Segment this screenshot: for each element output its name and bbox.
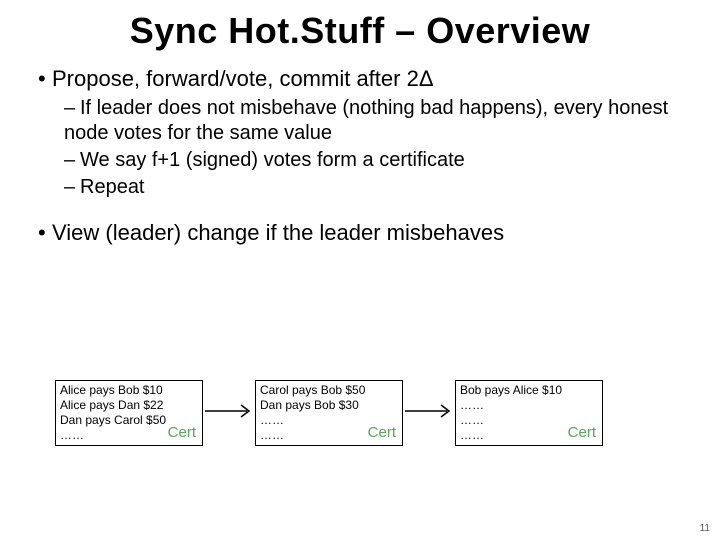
arrow-icon bbox=[203, 380, 255, 442]
block-1: Alice pays Bob $10 Alice pays Dan $22 Da… bbox=[55, 380, 203, 446]
bullet-text: We say f+1 (signed) votes form a certifi… bbox=[80, 149, 465, 171]
bullet-level1-viewchange: •View (leader) change if the leader misb… bbox=[32, 220, 688, 246]
bullet-text: View (leader) change if the leader misbe… bbox=[52, 220, 504, 245]
arrow-icon bbox=[403, 380, 455, 442]
bullet-dash: – bbox=[64, 175, 80, 200]
cert-label: Cert bbox=[368, 424, 396, 443]
tx-line: Carol pays Bob $50 bbox=[260, 383, 398, 398]
tx-line: Bob pays Alice $10 bbox=[460, 383, 598, 398]
blockchain-diagram: Alice pays Bob $10 Alice pays Dan $22 Da… bbox=[55, 380, 603, 446]
bullet-dash: – bbox=[64, 148, 80, 173]
block-3: Bob pays Alice $10 …… …… …… Cert bbox=[455, 380, 603, 446]
bullet-level1-propose: •Propose, forward/vote, commit after 2Δ bbox=[32, 66, 688, 92]
bullet-text: Propose, forward/vote, commit after 2Δ bbox=[52, 66, 434, 91]
cert-label: Cert bbox=[568, 424, 596, 443]
spacer bbox=[32, 202, 688, 216]
tx-line: Alice pays Dan $22 bbox=[60, 398, 198, 413]
bullet-dash: – bbox=[64, 96, 80, 121]
slide: Sync Hot.Stuff – Overview •Propose, forw… bbox=[0, 0, 720, 540]
bullet-dot: • bbox=[38, 220, 52, 246]
tx-line: Dan pays Bob $30 bbox=[260, 398, 398, 413]
page-number: 11 bbox=[700, 523, 710, 534]
bullet-dot: • bbox=[38, 66, 52, 92]
bullet-level2-honest: –If leader does not misbehave (nothing b… bbox=[64, 96, 688, 146]
bullet-text: Repeat bbox=[80, 176, 145, 198]
bullet-level2-repeat: –Repeat bbox=[64, 175, 688, 200]
bullet-level2-cert: –We say f+1 (signed) votes form a certif… bbox=[64, 148, 688, 173]
tx-line: …… bbox=[460, 398, 598, 413]
tx-line: Alice pays Bob $10 bbox=[60, 383, 198, 398]
slide-title: Sync Hot.Stuff – Overview bbox=[32, 10, 688, 52]
cert-label: Cert bbox=[168, 424, 196, 443]
bullet-text: If leader does not misbehave (nothing ba… bbox=[64, 97, 668, 144]
block-2: Carol pays Bob $50 Dan pays Bob $30 …… …… bbox=[255, 380, 403, 446]
